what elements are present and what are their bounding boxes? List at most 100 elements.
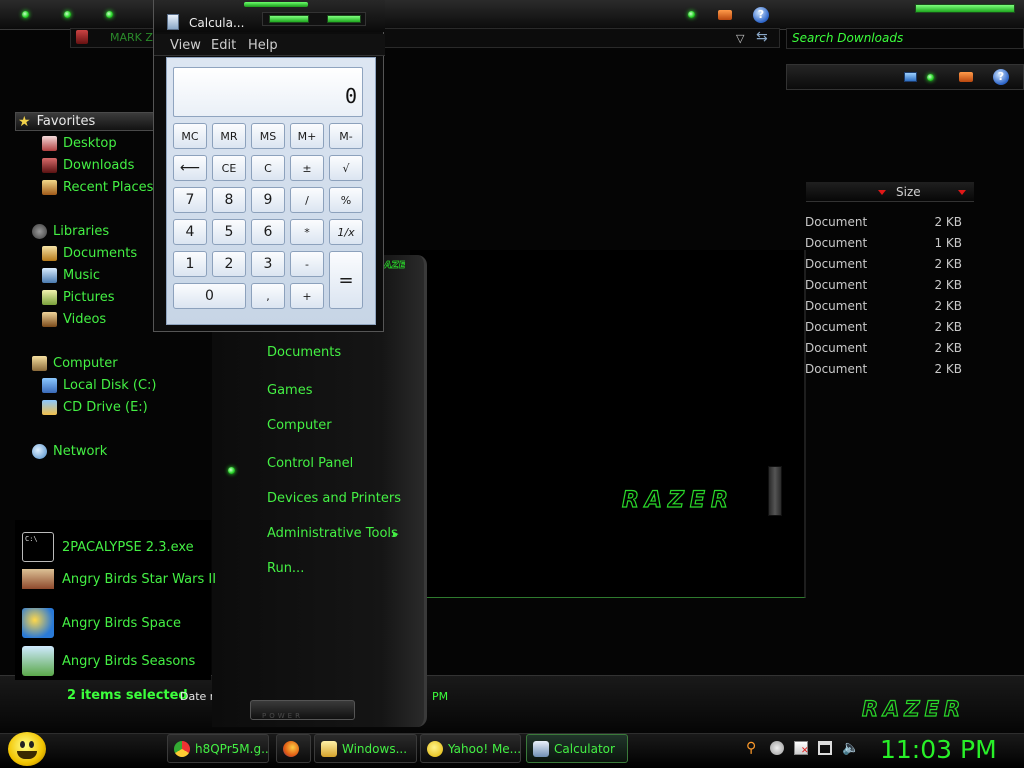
network-tray-icon[interactable] (818, 741, 832, 755)
folder-action-icon[interactable] (718, 10, 732, 20)
search-icon[interactable]: ⚲ (746, 741, 760, 755)
chevron-down-icon[interactable]: ▽ (736, 32, 744, 45)
angry-birds-seasons-icon (22, 646, 54, 676)
program-item[interactable]: Angry Birds Seasons (22, 646, 195, 676)
subtract-button[interactable]: - (290, 251, 324, 277)
taskbar-button-chrome[interactable]: h8QPr5M.g... (167, 734, 269, 763)
sort-arrow-icon[interactable] (878, 190, 886, 195)
digit-7-button[interactable]: 7 (173, 187, 207, 213)
nav-item-music[interactable]: Music (42, 265, 100, 285)
help-icon[interactable]: ? (753, 7, 769, 23)
file-type: Document (805, 362, 868, 376)
calculator-window: Calcula... View Edit Help 0 MC MR MS M+ … (153, 0, 385, 332)
digit-1-button[interactable]: 1 (173, 251, 207, 277)
volume-icon[interactable]: 🔈 (842, 741, 859, 755)
nav-item-local-disk[interactable]: Local Disk (C:) (42, 375, 156, 395)
digit-3-button[interactable]: 3 (251, 251, 285, 277)
nav-item-recent-places[interactable]: Recent Places (42, 177, 153, 197)
refresh-icon[interactable]: ⇆ (756, 29, 768, 45)
nav-item-cd-drive[interactable]: CD Drive (E:) (42, 397, 148, 417)
preview-pane-icon[interactable] (959, 72, 973, 82)
nav-network[interactable]: Network (32, 441, 107, 461)
taskbar-button-windows-explorer[interactable]: Windows... (314, 734, 417, 763)
equals-button[interactable]: = (329, 251, 363, 309)
digit-9-button[interactable]: 9 (251, 187, 285, 213)
backspace-button[interactable]: ⟵ (173, 155, 207, 181)
view-icon[interactable] (904, 72, 917, 82)
file-type: Document (805, 341, 868, 355)
status-icon[interactable] (770, 741, 784, 755)
nav-favorites[interactable]: ★ Favorites (15, 112, 167, 131)
file-type: Document (805, 236, 868, 250)
column-header-size[interactable]: Size (896, 185, 921, 199)
clear-entry-button[interactable]: CE (212, 155, 246, 181)
clear-button[interactable]: C (251, 155, 285, 181)
taskbar-button-calculator[interactable]: Calculator (526, 734, 628, 763)
window-controls[interactable] (915, 4, 1015, 13)
decimal-button[interactable]: , (251, 283, 285, 309)
scrollbar-thumb[interactable] (768, 466, 782, 516)
file-type: Document (805, 257, 868, 271)
start-item-documents[interactable]: Documents (267, 345, 341, 360)
digit-8-button[interactable]: 8 (212, 187, 246, 213)
digit-5-button[interactable]: 5 (212, 219, 246, 245)
nav-libraries[interactable]: Libraries (32, 221, 109, 241)
file-size: 2 KB (934, 320, 962, 334)
desktop-icon (42, 135, 57, 151)
memory-recall-button[interactable]: MR (212, 123, 246, 149)
minimize-button[interactable] (269, 15, 309, 23)
nav-item-videos[interactable]: Videos (42, 309, 106, 329)
digit-4-button[interactable]: 4 (173, 219, 207, 245)
negate-button[interactable]: ± (290, 155, 324, 181)
reciprocal-button[interactable]: 1/x (329, 219, 363, 245)
clock[interactable]: 11:03 PM (880, 735, 997, 764)
divide-button[interactable]: / (290, 187, 324, 213)
cd-drive-icon (42, 399, 57, 415)
nav-item-pictures[interactable]: Pictures (42, 287, 114, 307)
nav-item-documents[interactable]: Documents (42, 243, 137, 263)
videos-icon (42, 311, 57, 327)
memory-clear-button[interactable]: MC (173, 123, 207, 149)
nav-item-downloads[interactable]: Downloads (42, 155, 134, 175)
pictures-icon (42, 289, 57, 305)
digit-2-button[interactable]: 2 (212, 251, 246, 277)
sort-arrow-icon[interactable] (958, 190, 966, 195)
start-item-games[interactable]: Games (267, 383, 312, 398)
taskbar-button-firefox[interactable] (276, 734, 311, 763)
digit-6-button[interactable]: 6 (251, 219, 285, 245)
menu-help[interactable]: Help (248, 38, 278, 53)
start-button[interactable] (8, 732, 46, 766)
breadcrumb[interactable]: MARK Z (110, 31, 153, 44)
start-item-administrative-tools[interactable]: Administrative Tools (267, 526, 398, 541)
action-center-flag-icon[interactable]: ✕ (794, 741, 809, 756)
start-item-control-panel[interactable]: Control Panel (267, 456, 353, 471)
window-controls[interactable] (262, 12, 366, 26)
start-item-computer[interactable]: Computer (267, 418, 332, 433)
multiply-button[interactable]: * (290, 219, 324, 245)
help-icon[interactable]: ? (993, 69, 1009, 85)
nav-label: Network (53, 443, 108, 459)
program-item[interactable]: C:\ 2PACALYPSE 2.3.exe (22, 532, 194, 562)
percent-button[interactable]: % (329, 187, 363, 213)
square-root-button[interactable]: √ (329, 155, 363, 181)
memory-store-button[interactable]: MS (251, 123, 285, 149)
taskbar-button-yahoo-messenger[interactable]: Yahoo! Me... (420, 734, 521, 763)
memory-add-button[interactable]: M+ (290, 123, 324, 149)
memory-subtract-button[interactable]: M- (329, 123, 363, 149)
start-item-devices-printers[interactable]: Devices and Printers (267, 491, 401, 506)
menu-edit[interactable]: Edit (211, 38, 236, 53)
add-button[interactable]: + (290, 283, 324, 309)
close-button[interactable] (327, 15, 361, 23)
start-item-run[interactable]: Run... (267, 561, 304, 576)
nav-item-desktop[interactable]: Desktop (42, 133, 117, 153)
file-size: 2 KB (934, 362, 962, 376)
menu-view[interactable]: View (170, 38, 201, 53)
led-icon (927, 74, 934, 81)
taskbar-label: Yahoo! Me... (448, 741, 521, 756)
program-item[interactable]: Angry Birds Star Wars II (22, 569, 216, 589)
digit-0-button[interactable]: 0 (173, 283, 246, 309)
orb-smile (17, 751, 37, 759)
calculator-titlebar[interactable]: Calcula... (154, 0, 385, 32)
nav-computer[interactable]: Computer (32, 353, 118, 373)
program-item[interactable]: Angry Birds Space (22, 608, 181, 638)
